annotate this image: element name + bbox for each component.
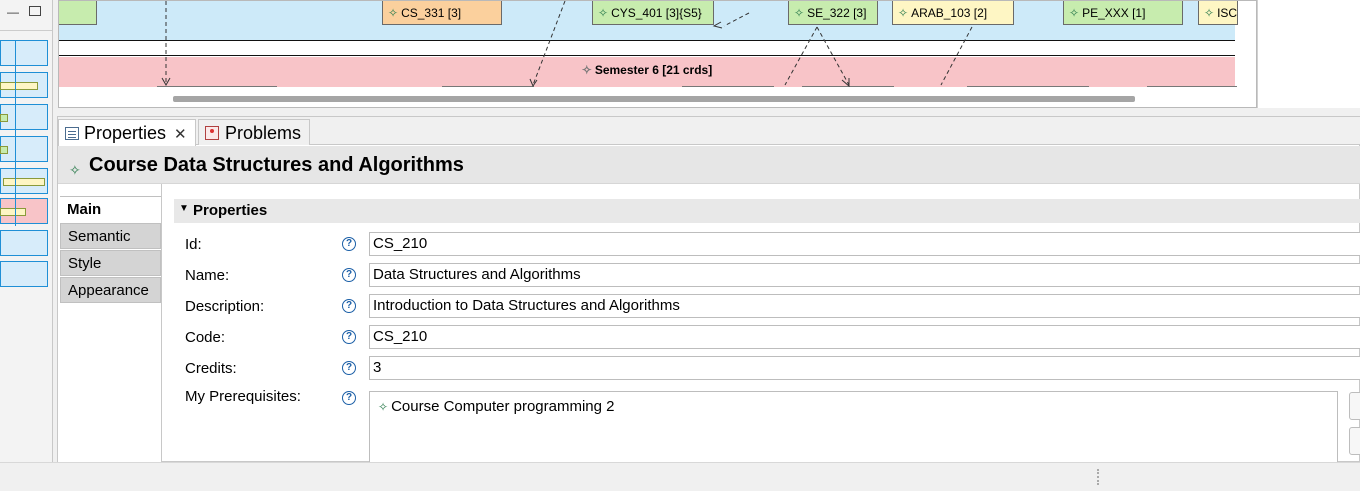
close-icon[interactable]: ✕ <box>174 126 187 143</box>
overview-row <box>0 72 48 98</box>
overview-course <box>0 146 8 154</box>
tab-style[interactable]: Style <box>60 250 161 276</box>
maximize-icon[interactable] <box>29 6 41 16</box>
tab-properties[interactable]: Properties ✕ <box>58 119 196 146</box>
overview-course <box>0 208 26 216</box>
tab-main[interactable]: Main <box>60 196 161 222</box>
overview-course <box>0 82 38 90</box>
help-icon[interactable]: ? <box>342 299 356 313</box>
overview-row <box>0 168 48 194</box>
list-item[interactable]: ✧ Course Computer programming 2 <box>378 398 615 415</box>
help-icon[interactable]: ? <box>342 268 356 282</box>
overview-row <box>0 104 48 130</box>
description-field[interactable]: Introduction to Data Structures and Algo… <box>369 294 1360 318</box>
name-field[interactable]: Data Structures and Algorithms <box>369 263 1360 287</box>
status-bar <box>0 462 1360 491</box>
overview-row <box>0 198 48 224</box>
minimize-icon[interactable]: — <box>6 6 20 18</box>
id-field[interactable]: CS_210 <box>369 232 1360 256</box>
tab-semantic[interactable]: Semantic <box>60 223 161 249</box>
overview-row <box>0 230 48 256</box>
help-icon[interactable]: ? <box>342 330 356 344</box>
name-label: Name: <box>185 267 230 284</box>
tab-problems[interactable]: Problems <box>198 119 311 145</box>
code-field[interactable]: CS_210 <box>369 325 1360 349</box>
problems-view-icon <box>205 126 219 140</box>
overview-row <box>0 40 48 66</box>
help-icon[interactable]: ? <box>342 361 356 375</box>
overview-viewport-line <box>15 40 16 226</box>
sparkle-icon: ✧ <box>378 400 389 414</box>
tab-appearance[interactable]: Appearance <box>60 277 161 303</box>
prerequisites-label: My Prerequisites: <box>185 388 301 405</box>
code-label: Code: <box>185 329 226 346</box>
overview-divider <box>0 30 52 31</box>
sparkle-icon: ✧ <box>69 162 81 178</box>
credits-label: Credits: <box>185 360 237 377</box>
diagram-margin <box>1257 0 1360 108</box>
status-separator <box>1097 469 1101 485</box>
diagram-overview-panel[interactable]: — <box>0 0 53 462</box>
prerequisite-arrows <box>161 1 973 88</box>
overview-course <box>3 178 45 186</box>
page-title: Course Data Structures and Algorithms <box>89 154 464 176</box>
property-category-tabs: Main Semantic Style Appearance <box>58 184 162 463</box>
curriculum-diagram-canvas[interactable]: ✧ CS_331 [3] ✧ CYS_401 [3]{S5} ✧ SE_322 [3]… <box>58 0 1257 108</box>
id-label: Id: <box>185 236 202 253</box>
remove-prerequisite-button[interactable] <box>1349 427 1360 455</box>
section-header[interactable] <box>174 199 1360 223</box>
add-prerequisite-button[interactable] <box>1349 392 1360 420</box>
prerequisites-list[interactable]: ✧ Course Computer programming 2 <box>369 391 1338 463</box>
properties-header: ✧ Course Data Structures and Algorithms <box>58 146 1360 184</box>
section-title: Properties <box>193 202 268 219</box>
properties-view-icon <box>65 127 79 140</box>
description-label: Description: <box>185 298 265 315</box>
properties-view: Properties ✕ Problems ✧ Course Data Struc… <box>57 116 1360 463</box>
help-icon[interactable]: ? <box>342 391 356 405</box>
collapse-caret-icon[interactable]: ▼ <box>179 203 189 214</box>
horizontal-scrollbar-thumb[interactable] <box>173 96 1135 102</box>
help-icon[interactable]: ? <box>342 237 356 251</box>
credits-field[interactable]: 3 <box>369 356 1360 380</box>
overview-row <box>0 261 48 287</box>
view-tab-bar: Properties ✕ Problems <box>58 117 1360 146</box>
overview-row <box>0 136 48 162</box>
overview-course <box>0 114 8 122</box>
